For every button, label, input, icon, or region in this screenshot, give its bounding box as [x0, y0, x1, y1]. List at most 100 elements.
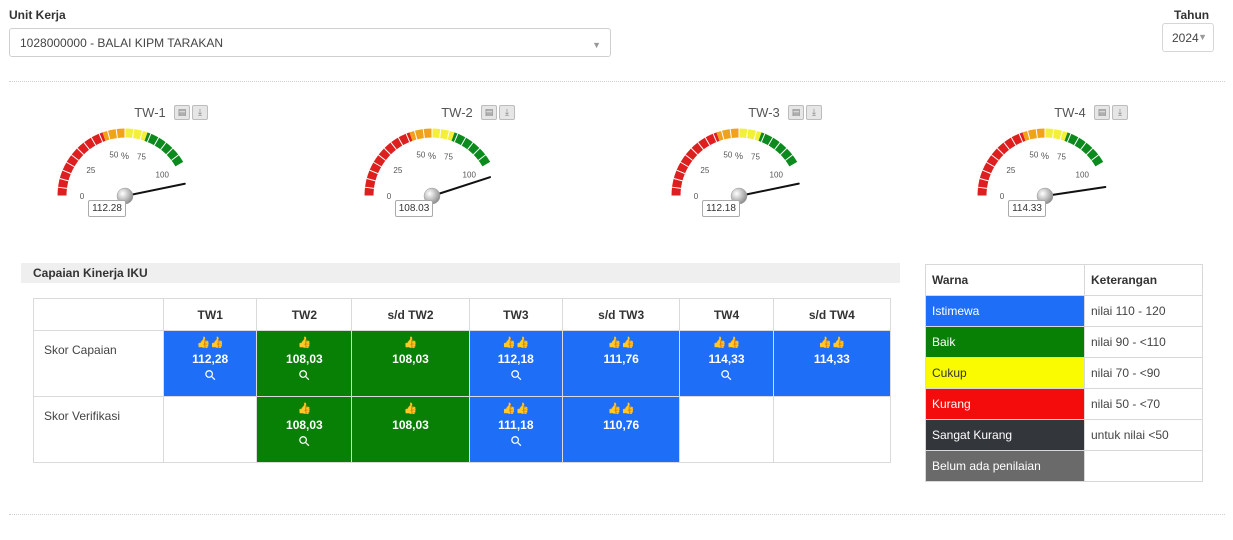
score-cell[interactable]: 👍 108,03: [351, 330, 470, 397]
gauge-scale-label: 75: [1057, 152, 1066, 161]
score-cell[interactable]: 👍 108,03 ⚲: [256, 330, 353, 397]
gauge-title: TW-1: [134, 105, 166, 120]
legend-color-label: Belum ada penilaian: [925, 450, 1085, 482]
gauge-dial: 0 25 50 75 100%: [364, 128, 492, 205]
tahun-label: Tahun: [1174, 8, 1210, 22]
score-cell[interactable]: 👍 108,03 ⚲: [256, 396, 353, 463]
gauge-band: [738, 128, 762, 141]
column-header: TW2: [256, 298, 353, 331]
download-icon[interactable]: ⤓: [1112, 105, 1128, 120]
gauge-title: TW-2: [441, 105, 473, 120]
legend-color-label: Sangat Kurang: [925, 419, 1085, 451]
column-header: s/d TW3: [562, 298, 681, 331]
gauge-unit-label: %: [735, 151, 743, 161]
thumbs-up-icon: 👍: [403, 403, 418, 415]
search-icon[interactable]: ⚲: [507, 432, 526, 451]
gauge-band: [716, 128, 740, 141]
score-cell[interactable]: 👍👍 111,18 ⚲: [468, 396, 564, 463]
gauge-band: [124, 128, 148, 141]
thumbs-up-icon: 👍👍: [818, 337, 846, 349]
thumbs-up-icon: 👍👍: [502, 337, 530, 349]
iku-table: TW1 TW2 s/d TW2 TW3 s/d TW3 TW4 s/d TW4 Skor Ca…: [33, 298, 892, 463]
gauge-band: [102, 128, 126, 141]
thumbs-up-icon: 👍👍: [502, 403, 530, 415]
legend-description: untuk nilai <50: [1084, 419, 1203, 451]
legend-row: Kurang nilai 50 - <70: [925, 388, 1203, 420]
print-icon[interactable]: ▤: [174, 105, 190, 120]
legend-row: Istimewa nilai 110 - 120: [925, 295, 1203, 327]
gauge-value: 108.03: [395, 200, 433, 217]
score-value: 114,33: [708, 352, 745, 366]
gauge-scale-label: 25: [86, 166, 95, 175]
search-icon[interactable]: ⚲: [201, 366, 220, 385]
legend-description: nilai 90 - <110: [1084, 326, 1203, 358]
gauge-band: [977, 132, 1026, 197]
gauge-scale-label: 25: [700, 166, 709, 175]
search-icon[interactable]: ⚲: [295, 366, 314, 385]
gauge-tw4: 0 25 50 75 100% TW-4 ▤ ⤓ 114.33: [950, 100, 1170, 235]
gauge-band: [431, 128, 455, 141]
score-value: 111,76: [603, 352, 639, 366]
score-cell[interactable]: 👍👍 112,28 ⚲: [162, 330, 258, 397]
thumbs-up-icon: 👍: [297, 403, 312, 415]
thumbs-up-icon: 👍👍: [607, 337, 635, 349]
iku-section-title: Capaian Kinerja IKU: [21, 263, 900, 283]
score-value: 108,03: [286, 418, 323, 432]
tahun-select[interactable]: 2024 ▼: [1162, 23, 1214, 52]
score-value: 110,76: [603, 418, 640, 432]
legend-color-label: Kurang: [925, 388, 1085, 420]
legend-row: Baik nilai 90 - <110: [925, 326, 1203, 358]
column-header: [33, 298, 164, 331]
print-icon[interactable]: ▤: [1094, 105, 1110, 120]
search-icon[interactable]: ⚲: [295, 432, 314, 451]
gauge-export-buttons: ▤ ⤓: [174, 105, 208, 120]
score-value: 108,03: [392, 418, 429, 432]
unit-kerja-select[interactable]: 1028000000 - BALAI KIPM TARAKAN ▼: [9, 28, 611, 57]
download-icon[interactable]: ⤓: [192, 105, 208, 120]
download-icon[interactable]: ⤓: [499, 105, 515, 120]
legend-description: nilai 70 - <90: [1084, 357, 1203, 389]
thumbs-up-icon: 👍: [297, 337, 312, 349]
gauge-unit-label: %: [121, 151, 129, 161]
gauge-scale-label: 75: [137, 152, 146, 161]
gauge-scale-label: 0: [1000, 192, 1005, 201]
gauge-scale-label: 100: [156, 171, 170, 180]
divider-top: [9, 81, 1225, 82]
divider-bottom: [9, 514, 1225, 515]
print-icon[interactable]: ▤: [481, 105, 497, 120]
gauge-title: TW-4: [1054, 105, 1086, 120]
gauge-tw3: 0 25 50 75 100% TW-3 ▤ ⤓ 112.18: [644, 100, 864, 235]
caret-down-icon: ▼: [592, 40, 601, 50]
gauge-export-buttons: ▤ ⤓: [481, 105, 515, 120]
gauge-scale-label: 100: [1076, 171, 1090, 180]
legend-description: nilai 110 - 120: [1084, 295, 1203, 327]
legend-color-label: Cukup: [925, 357, 1085, 389]
gauge-scale-label: 100: [770, 171, 784, 180]
thumbs-up-icon: 👍👍: [196, 337, 224, 349]
legend-row: Cukup nilai 70 - <90: [925, 357, 1203, 389]
gauge-value: 114.33: [1008, 200, 1046, 217]
score-cell[interactable]: 👍👍 114,33 ⚲: [679, 330, 774, 397]
legend-color-label: Istimewa: [925, 295, 1085, 327]
download-icon[interactable]: ⤓: [806, 105, 822, 120]
gauge-scale-label: 0: [80, 192, 85, 201]
legend-description: [1084, 450, 1203, 482]
score-cell[interactable]: 👍👍 110,76: [562, 396, 681, 463]
score-cell: [679, 396, 774, 463]
score-cell[interactable]: 👍👍 112,18 ⚲: [468, 330, 564, 397]
gauge-export-buttons: ▤ ⤓: [788, 105, 822, 120]
row-label: Skor Capaian: [33, 330, 164, 397]
score-cell[interactable]: 👍👍 114,33: [772, 330, 892, 397]
gauge-title: TW-3: [748, 105, 780, 120]
search-icon[interactable]: ⚲: [507, 366, 526, 385]
score-cell[interactable]: 👍 108,03: [351, 396, 470, 463]
legend-description: nilai 50 - <70: [1084, 388, 1203, 420]
score-value: 108,03: [286, 352, 323, 366]
score-value: 108,03: [392, 352, 429, 366]
search-icon[interactable]: ⚲: [717, 366, 736, 385]
print-icon[interactable]: ▤: [788, 105, 804, 120]
score-cell[interactable]: 👍👍 111,76: [562, 330, 681, 397]
table-row: Skor Capaian 👍👍 112,28 ⚲ 👍 108,03 ⚲ 👍 108,03 👍👍 11…: [33, 330, 892, 397]
gauge-scale-label: 50: [1029, 150, 1038, 159]
caret-down-icon: ▼: [1198, 32, 1207, 42]
